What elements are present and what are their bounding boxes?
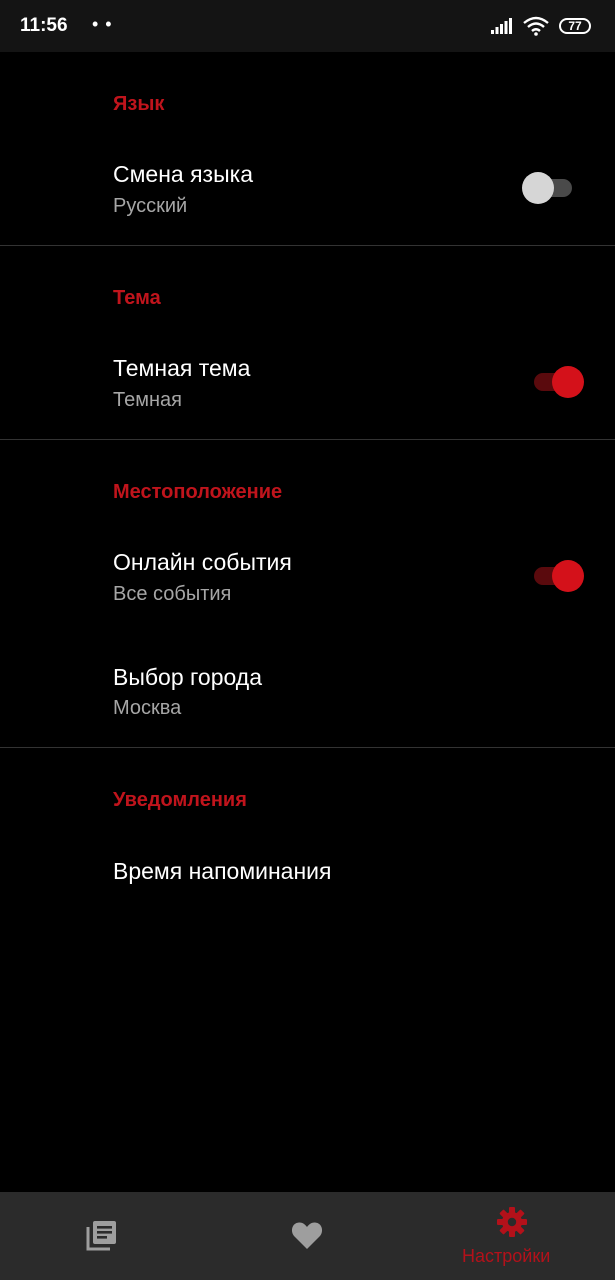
status-time: 11:56 [20,15,68,36]
status-icons: 77 [491,16,591,36]
notification-dots: • • [92,14,113,34]
section-header-notifications: Уведомления [113,789,247,811]
online-events-switch[interactable] [522,558,586,594]
pref-title: Время напоминания [113,858,332,884]
pref-summary: Русский [113,195,188,217]
bottom-navigation: Настройки [0,1192,615,1280]
divider [0,747,615,748]
section-header-location: Местоположение [113,481,283,503]
gear-icon [497,1207,527,1237]
battery-indicator: 77 [559,18,591,34]
section-header-language: Язык [113,93,165,115]
status-bar: 11:56 • • 77 [0,0,615,52]
pref-title: Выбор города [113,664,262,690]
section-header-theme: Тема [113,287,161,309]
pref-title: Смена языка [113,161,253,187]
pref-summary: Темная [113,389,182,411]
heart-icon [291,1222,323,1249]
pref-summary: Москва [113,697,182,719]
wifi-icon [523,16,549,36]
pref-title: Онлайн события [113,549,292,575]
signal-icon [491,18,512,34]
nav-label-settings: Настройки [462,1246,551,1266]
switch-thumb [552,560,584,592]
switch-thumb [552,366,584,398]
nav-item-favorites[interactable] [205,1192,410,1280]
nav-item-settings[interactable]: Настройки [410,1192,615,1280]
divider [0,245,615,246]
language-switch[interactable] [522,170,586,206]
dark-theme-switch[interactable] [522,364,586,400]
pref-summary: Все события [113,583,232,605]
divider [0,439,615,440]
switch-thumb [522,172,554,204]
pref-title: Темная тема [113,355,251,381]
nav-item-feed[interactable] [0,1192,205,1280]
news-list-icon [86,1221,116,1251]
